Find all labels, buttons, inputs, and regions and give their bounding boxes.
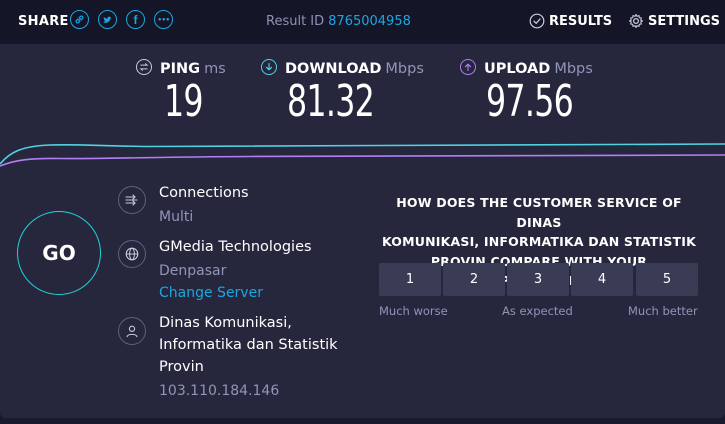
upload-metric: UPLOAD Mbps 97.56 <box>460 58 593 124</box>
ping-label: PING <box>160 61 201 77</box>
rating-label-mid: As expected <box>502 304 573 318</box>
upload-unit: Mbps <box>554 61 593 77</box>
upload-value: 97.56 <box>486 76 574 127</box>
rating-button-3[interactable]: 3 <box>507 263 569 296</box>
ping-metric: PING ms 19 <box>136 58 226 124</box>
rating-button-1[interactable]: 1 <box>379 263 441 296</box>
share-facebook-button[interactable]: f <box>126 10 145 29</box>
ping-value: 19 <box>164 76 204 127</box>
rating-button-4[interactable]: 4 <box>571 263 633 296</box>
share-link-button[interactable] <box>70 10 89 29</box>
survey-question-line1: HOW DOES THE CUSTOMER SERVICE OF DINAS <box>396 195 682 230</box>
connections-icon <box>118 186 146 214</box>
result-id: Result ID 8765004958 <box>266 14 411 29</box>
more-icon: ••• <box>157 15 170 24</box>
isp-name-line3: Provin <box>159 359 204 375</box>
result-id-label: Result ID <box>266 14 325 29</box>
ip-address: 103.110.184.146 <box>159 383 280 399</box>
ping-icon <box>136 59 152 75</box>
download-unit: Mbps <box>385 61 424 77</box>
share-label: SHARE <box>18 14 69 29</box>
host-name: GMedia Technologies <box>159 239 312 255</box>
upload-icon <box>460 59 476 75</box>
rating-button-5[interactable]: 5 <box>636 263 698 296</box>
download-graph-line <box>0 143 725 165</box>
settings-label: SETTINGS <box>648 14 721 29</box>
top-bar: SHARE f ••• Result ID 8765004958 RESULTS … <box>0 0 725 44</box>
link-icon <box>75 15 84 24</box>
result-id-value[interactable]: 8765004958 <box>328 14 411 29</box>
rating-label-high: Much better <box>628 304 698 318</box>
upload-graph-line <box>0 154 725 167</box>
settings-button[interactable]: SETTINGS <box>628 13 721 29</box>
ping-unit: ms <box>204 61 226 77</box>
check-circle-icon <box>529 13 545 29</box>
globe-icon <box>118 240 146 268</box>
share-more-button[interactable]: ••• <box>154 10 173 29</box>
download-icon <box>261 59 277 75</box>
share-twitter-button[interactable] <box>98 10 117 29</box>
user-icon <box>118 317 146 345</box>
isp-name-line1: Dinas Komunikasi, <box>159 315 292 331</box>
isp-name-line2: Informatika dan Statistik <box>159 337 338 353</box>
change-server-link[interactable]: Change Server <box>159 285 263 301</box>
isp-name: Dinas Komunikasi, Informatika dan Statis… <box>159 312 338 378</box>
download-label: DOWNLOAD <box>285 61 382 77</box>
twitter-icon <box>103 16 112 23</box>
facebook-icon: f <box>133 12 138 27</box>
download-value: 81.32 <box>287 76 375 127</box>
go-button[interactable]: GO <box>17 211 101 295</box>
survey-question-line2: KOMUNIKASI, INFORMATIKA DAN STATISTIK <box>381 234 697 249</box>
upload-label: UPLOAD <box>484 61 551 77</box>
host-location: Denpasar <box>159 263 227 279</box>
rating-label-low: Much worse <box>379 304 448 318</box>
gear-icon <box>628 13 644 29</box>
connections-title: Connections <box>159 185 249 201</box>
results-label: RESULTS <box>549 14 613 29</box>
speed-graph <box>0 143 725 167</box>
rating-button-2[interactable]: 2 <box>443 263 505 296</box>
connections-mode[interactable]: Multi <box>159 209 193 225</box>
download-metric: DOWNLOAD Mbps 81.32 <box>261 58 424 124</box>
results-button[interactable]: RESULTS <box>529 13 613 29</box>
